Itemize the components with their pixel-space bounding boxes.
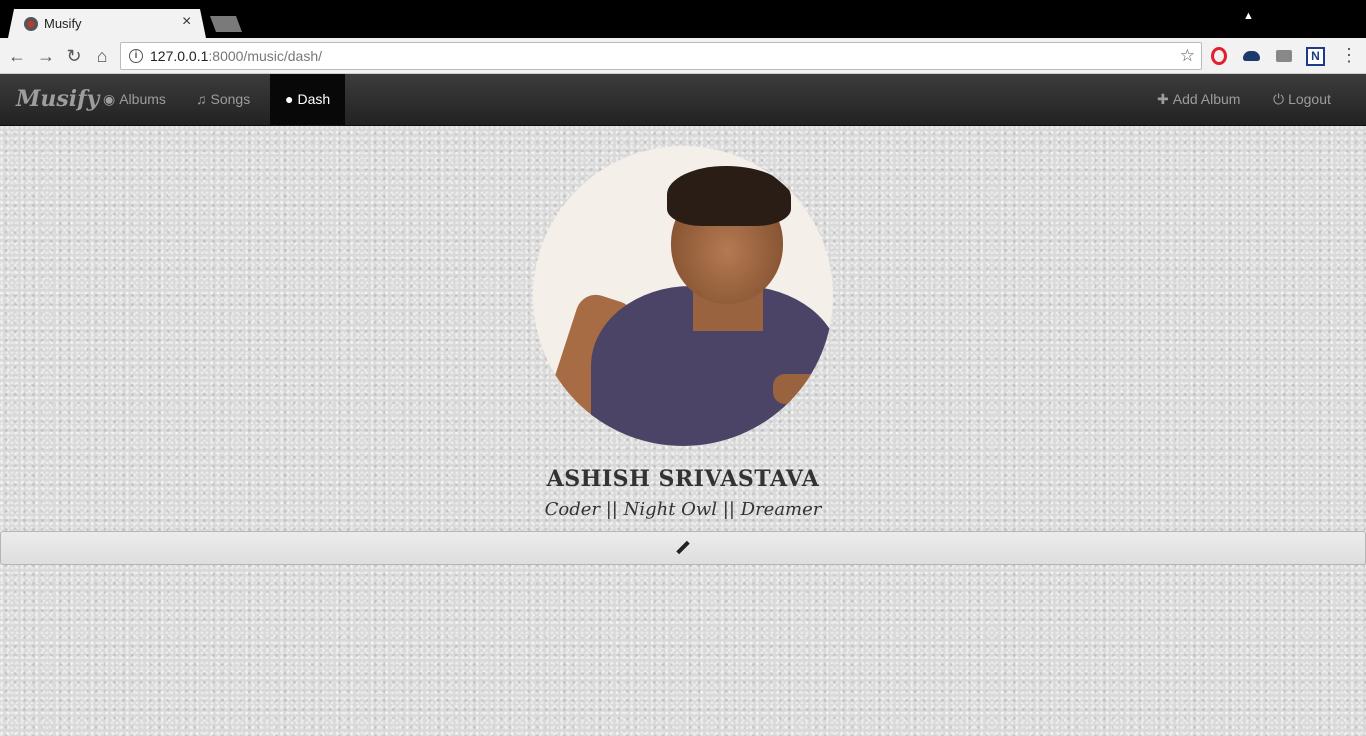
- avatar-arm-right: [773, 374, 833, 404]
- browser-tab[interactable]: Musify ×: [8, 9, 206, 38]
- tab-close-icon[interactable]: ×: [182, 13, 191, 31]
- back-icon[interactable]: ←: [5, 44, 29, 68]
- nav-dash-label: Dash: [297, 91, 331, 107]
- tab-title: Musify: [44, 16, 82, 31]
- edit-profile-button[interactable]: [0, 531, 1366, 565]
- browser-menu-icon[interactable]: ⋮: [1340, 46, 1358, 64]
- home-icon[interactable]: ⌂: [90, 44, 114, 68]
- brand-logo[interactable]: Musify: [16, 86, 99, 112]
- nav-songs[interactable]: ♫ Songs: [181, 74, 265, 125]
- url-host: 127.0.0.1: [150, 48, 209, 64]
- nav-add-album[interactable]: ✚ Add Album: [1142, 74, 1255, 125]
- nav-songs-label: Songs: [210, 91, 251, 107]
- bookmark-star-icon[interactable]: ☆: [1180, 46, 1195, 66]
- site-navbar: Musify ◉ Albums ♫ Songs ● Dash ✚ Add Album ⏻…: [0, 74, 1366, 126]
- profile-name: ASHISH SRIVASTAVA: [546, 466, 820, 492]
- nav-logout[interactable]: ⏻ Logout: [1258, 74, 1346, 125]
- power-icon: ⏻: [1273, 91, 1285, 107]
- favicon-icon: [24, 17, 38, 31]
- browser-tab-strip: Musify × ▲: [0, 0, 1366, 38]
- music-icon: ♫: [196, 91, 207, 107]
- page-viewport: Musify ◉ Albums ♫ Songs ● Dash ✚ Add Album ⏻…: [0, 74, 1366, 736]
- browser-toolbar: ← → ↻ ⌂ i 127.0.0.1:8000/music/dash/ ☆ N…: [0, 38, 1366, 74]
- profile-tagline: Coder || Night Owl || Dreamer: [544, 499, 822, 520]
- browser-profile-icon[interactable]: ▲: [1243, 10, 1254, 22]
- reload-icon[interactable]: ↻: [62, 44, 86, 68]
- address-bar[interactable]: i 127.0.0.1:8000/music/dash/ ☆: [120, 42, 1202, 70]
- n-extension-icon[interactable]: N: [1306, 47, 1325, 66]
- nav-logout-label: Logout: [1288, 91, 1331, 107]
- url-path: :8000/music/dash/: [208, 48, 323, 64]
- forward-icon[interactable]: →: [34, 44, 58, 68]
- site-info-icon[interactable]: i: [129, 49, 143, 63]
- globe-icon: ◉: [103, 91, 116, 107]
- pencil-icon: [676, 541, 690, 555]
- avatar-hair: [667, 166, 791, 226]
- nav-albums-label: Albums: [119, 91, 166, 107]
- profile-avatar: [533, 146, 833, 446]
- new-tab-button[interactable]: [210, 16, 242, 32]
- opera-extension-icon[interactable]: [1211, 47, 1227, 65]
- plus-icon: ✚: [1157, 91, 1169, 107]
- nav-dash[interactable]: ● Dash: [270, 74, 346, 125]
- nav-albums[interactable]: ◉ Albums: [88, 74, 181, 125]
- user-icon: ●: [285, 91, 294, 107]
- cloud-extension-icon[interactable]: [1243, 51, 1260, 61]
- nav-add-album-label: Add Album: [1172, 91, 1241, 107]
- url-text: 127.0.0.1:8000/music/dash/: [150, 48, 322, 64]
- camera-extension-icon[interactable]: [1276, 50, 1292, 62]
